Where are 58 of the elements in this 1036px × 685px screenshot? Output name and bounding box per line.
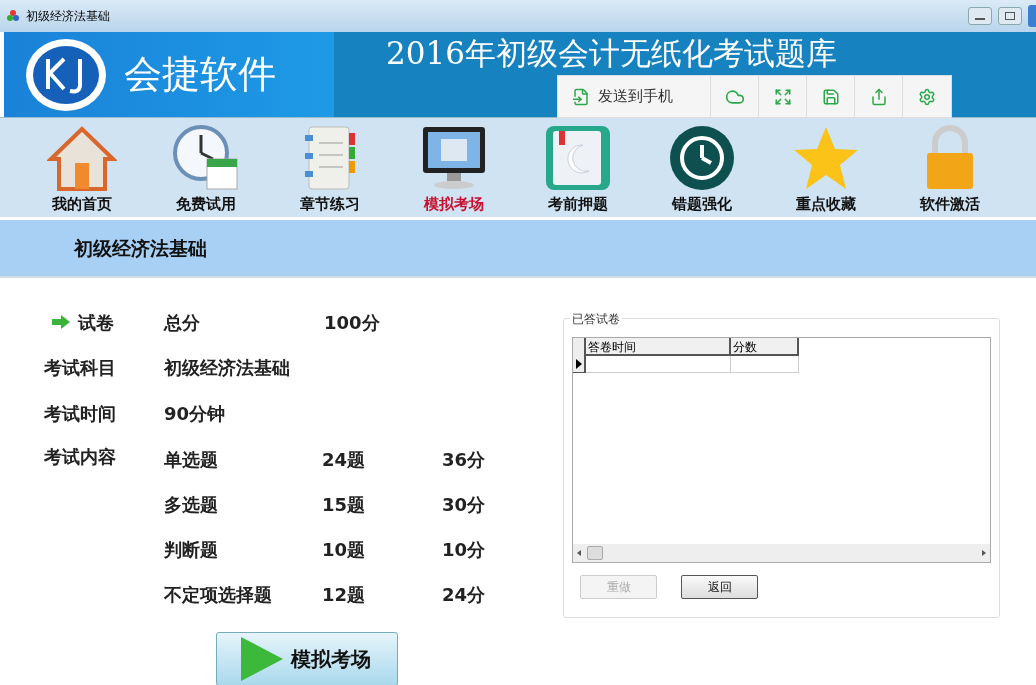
nav-item[interactable]: 软件激活 xyxy=(888,122,1012,215)
nav-item[interactable]: 我的首页 xyxy=(20,122,144,215)
scroll-thumb[interactable] xyxy=(587,546,603,560)
nav-item[interactable]: 模拟考场 xyxy=(392,122,516,215)
row-pointer-icon xyxy=(575,359,582,369)
total-value: 100分 xyxy=(324,310,381,335)
table-cell xyxy=(731,356,799,373)
settings-icon xyxy=(917,87,936,106)
question-type: 不定项选择题 xyxy=(164,583,273,607)
question-score: 36分 xyxy=(442,448,487,472)
nav-item[interactable]: 章节练习 xyxy=(268,122,392,215)
content-label: 考试内容 xyxy=(44,444,117,469)
nav-item[interactable]: 免费试用 xyxy=(144,122,268,215)
group-title: 已答试卷 xyxy=(570,310,622,328)
question-type: 判断题 xyxy=(164,538,219,562)
question-score: 24分 xyxy=(442,583,487,607)
time-label: 考试时间 xyxy=(44,401,117,426)
maximize-button[interactable] xyxy=(998,7,1022,25)
nav-item[interactable]: 错题强化 xyxy=(640,122,764,215)
time-value: 90分钟 xyxy=(164,401,227,426)
horizontal-scrollbar[interactable] xyxy=(573,544,990,562)
send-to-phone-button[interactable]: 发送到手机 xyxy=(558,76,710,117)
expand-icon xyxy=(773,87,792,106)
nav-item[interactable]: 重点收藏 xyxy=(764,122,888,215)
question-count: 24题 xyxy=(322,448,367,472)
question-count: 15题 xyxy=(322,493,367,517)
logo-icon xyxy=(24,36,108,113)
question-type: 多选题 xyxy=(164,493,219,517)
section-title: 初级经济法基础 xyxy=(74,235,207,261)
send-icon xyxy=(572,87,590,106)
banner-title: 2016年初级会计无纸化考试题库 xyxy=(386,35,837,71)
form-button[interactable]: 返回 xyxy=(681,575,758,599)
share-icon xyxy=(869,87,888,106)
paper-label: 试卷 xyxy=(78,310,114,335)
column-header: 答卷时间 xyxy=(586,338,731,356)
arrow-icon xyxy=(52,315,70,329)
column-header: 分数 xyxy=(731,338,799,356)
question-score: 10分 xyxy=(442,538,487,562)
scroll-left-icon xyxy=(577,550,581,556)
nav-item[interactable]: 考前押题 xyxy=(516,122,640,215)
subject-label: 考试科目 xyxy=(44,355,117,380)
close-button[interactable] xyxy=(1028,5,1036,27)
save-icon xyxy=(821,87,840,106)
question-score: 30分 xyxy=(442,493,487,517)
total-label: 总分 xyxy=(164,310,201,335)
question-count: 12题 xyxy=(322,583,367,607)
row-selector[interactable] xyxy=(573,356,586,373)
grid-corner-cell xyxy=(573,338,586,356)
question-type: 单选题 xyxy=(164,448,219,472)
logo-text: 会捷软件 xyxy=(124,51,276,98)
minimize-button[interactable] xyxy=(968,7,992,25)
clock-calendar-icon xyxy=(171,122,241,193)
subject-value: 初级经济法基础 xyxy=(164,355,291,380)
scroll-right-icon xyxy=(982,550,986,556)
start-exam-button[interactable]: 模拟考场 xyxy=(216,632,398,685)
app-icon xyxy=(6,9,20,23)
question-count: 10题 xyxy=(322,538,367,562)
window-title: 初级经济法基础 xyxy=(26,8,110,25)
